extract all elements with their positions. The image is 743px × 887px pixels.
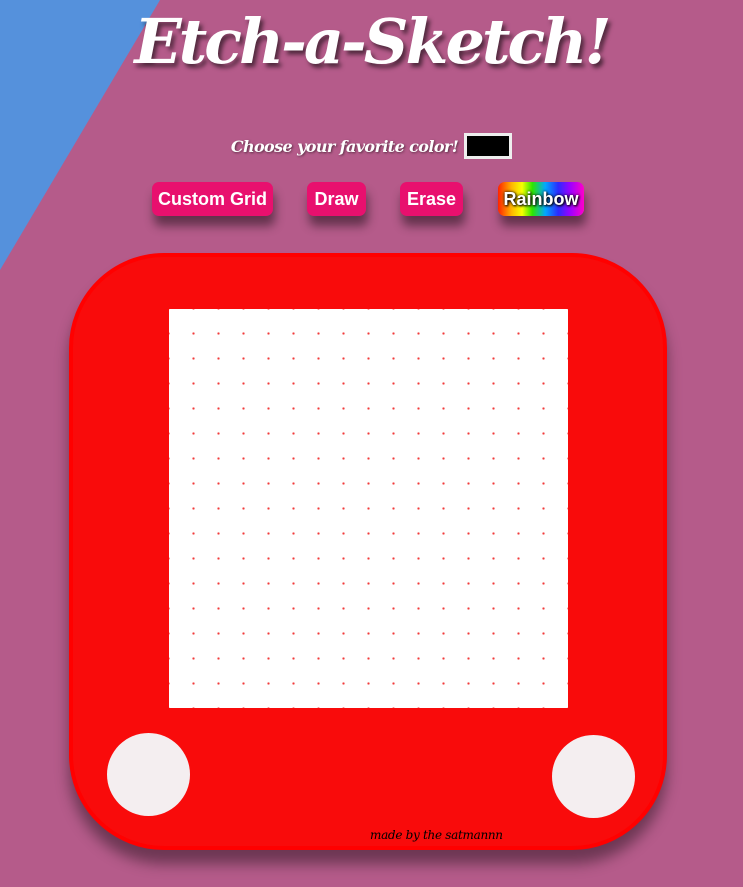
left-knob [107,733,190,816]
rainbow-button[interactable]: Rainbow [498,182,584,216]
draw-button[interactable]: Draw [307,182,366,216]
custom-grid-button[interactable]: Custom Grid [152,182,273,216]
footer-signature: made by the satmannn [370,828,503,842]
right-knob [552,735,635,818]
page-title: Etch-a-Sketch! [134,5,611,78]
color-input[interactable] [464,133,513,159]
erase-button[interactable]: Erase [400,182,463,216]
color-picker-row: Choose your favorite color! [0,133,743,159]
drawing-grid[interactable] [169,309,568,708]
color-picker-label: Choose your favorite color! [230,136,459,156]
